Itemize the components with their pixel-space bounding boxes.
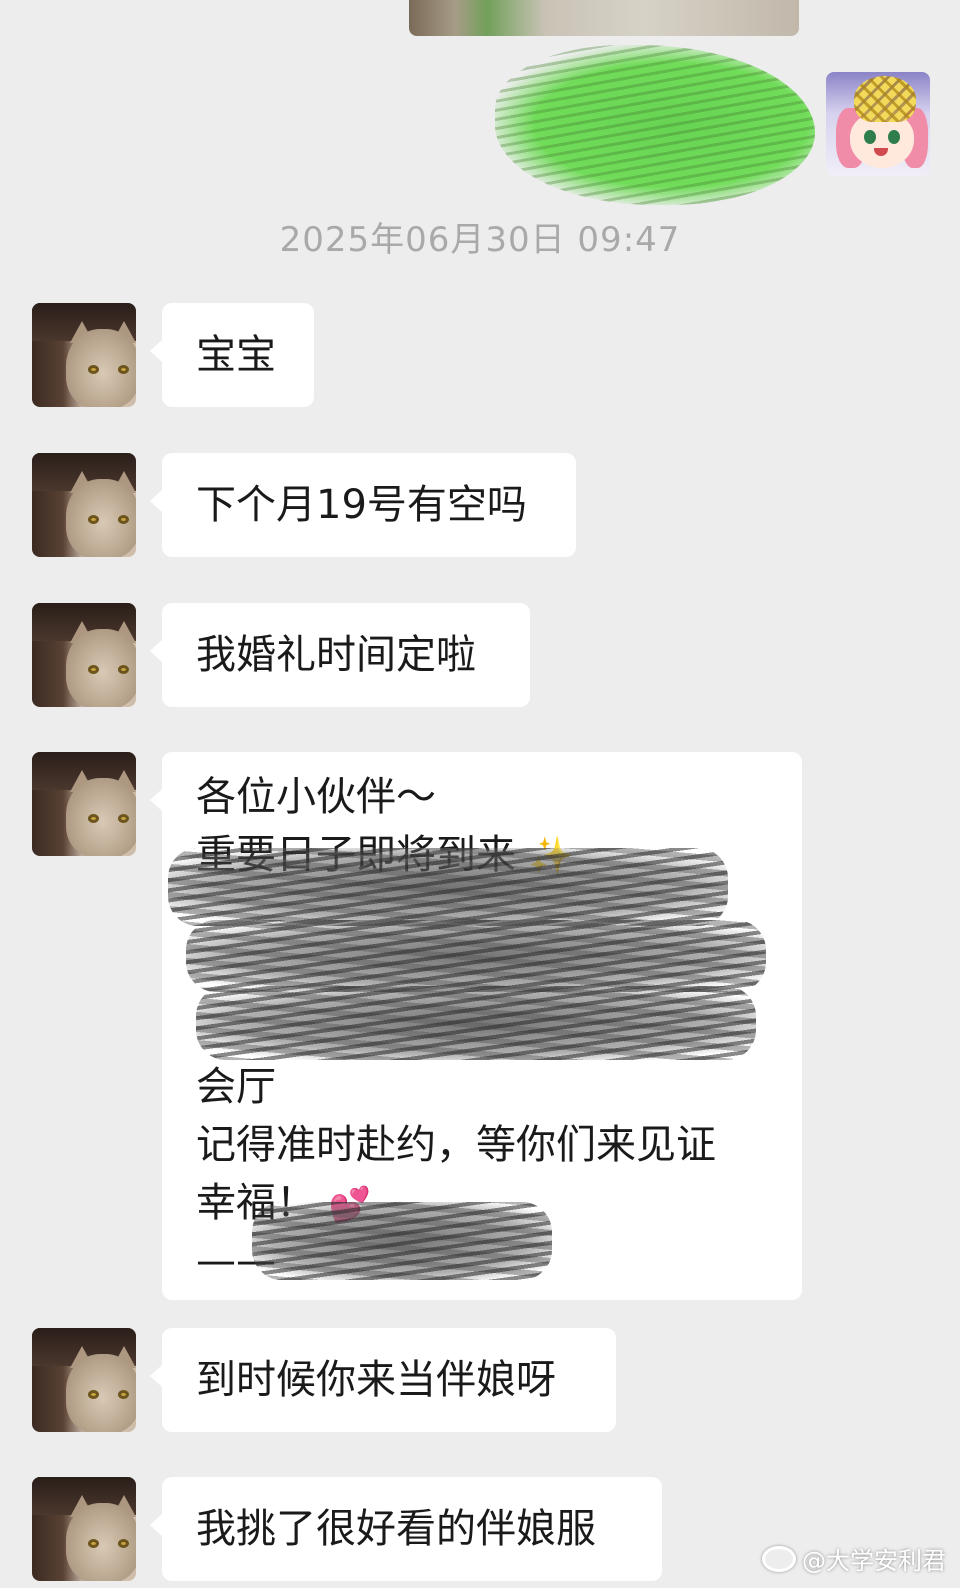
avatar-eye	[864, 130, 876, 144]
redaction-scribble	[186, 920, 766, 992]
cat-eye	[88, 1390, 99, 1399]
message-bubble[interactable]: 到时候你来当伴娘呀	[150, 1328, 616, 1432]
cat-eye	[88, 365, 99, 374]
self-avatar[interactable]	[826, 72, 930, 176]
cat-eye	[118, 365, 129, 374]
message-text: 到时候你来当伴娘呀	[196, 1357, 556, 1403]
cat-eye	[88, 665, 99, 674]
cat-eye	[118, 665, 129, 674]
contact-avatar[interactable]	[32, 603, 136, 707]
cat-eye	[88, 515, 99, 524]
avatar-eye	[888, 130, 900, 144]
cat-eye	[118, 814, 129, 823]
contact-avatar[interactable]	[32, 453, 136, 557]
redaction-scribble	[196, 986, 756, 1060]
message-bubble[interactable]: 下个月19号有空吗	[150, 453, 576, 557]
contact-avatar[interactable]	[32, 1328, 136, 1432]
redacted-own-message	[495, 45, 815, 205]
cat-eye	[88, 814, 99, 823]
message-text: 下个月19号有空吗	[196, 482, 527, 528]
cat-eye	[118, 1539, 129, 1548]
message-line: 会厅	[196, 1064, 276, 1110]
watermark-text: @大学安利君	[802, 1547, 946, 1575]
sent-image-thumbnail[interactable]	[409, 0, 799, 36]
message-bubble[interactable]: 我婚礼时间定啦	[150, 603, 530, 707]
avatar-hat	[854, 76, 916, 122]
message-bubble[interactable]: 宝宝	[150, 303, 314, 407]
chat-timestamp: 2025年06月30日 09:47	[279, 220, 681, 260]
message-bubble[interactable]: 我挑了很好看的伴娘服	[150, 1477, 662, 1581]
message-text: 我婚礼时间定啦	[196, 632, 476, 678]
cat-eye	[118, 1390, 129, 1399]
contact-avatar[interactable]	[32, 303, 136, 407]
contact-avatar[interactable]	[32, 752, 136, 856]
watermark: @大学安利君	[762, 1541, 946, 1576]
redaction-scribble	[252, 1202, 552, 1280]
cat-eye	[88, 1539, 99, 1548]
message-line: 记得准时赴约，等你们来见证	[196, 1122, 716, 1168]
contact-avatar[interactable]	[32, 1477, 136, 1581]
message-text: 我挑了很好看的伴娘服	[196, 1506, 596, 1552]
cat-eye	[118, 515, 129, 524]
message-line: 各位小伙伴～	[196, 774, 436, 820]
redaction-scribble	[168, 848, 728, 926]
message-text: 宝宝	[196, 332, 276, 378]
weibo-icon	[762, 1545, 796, 1572]
